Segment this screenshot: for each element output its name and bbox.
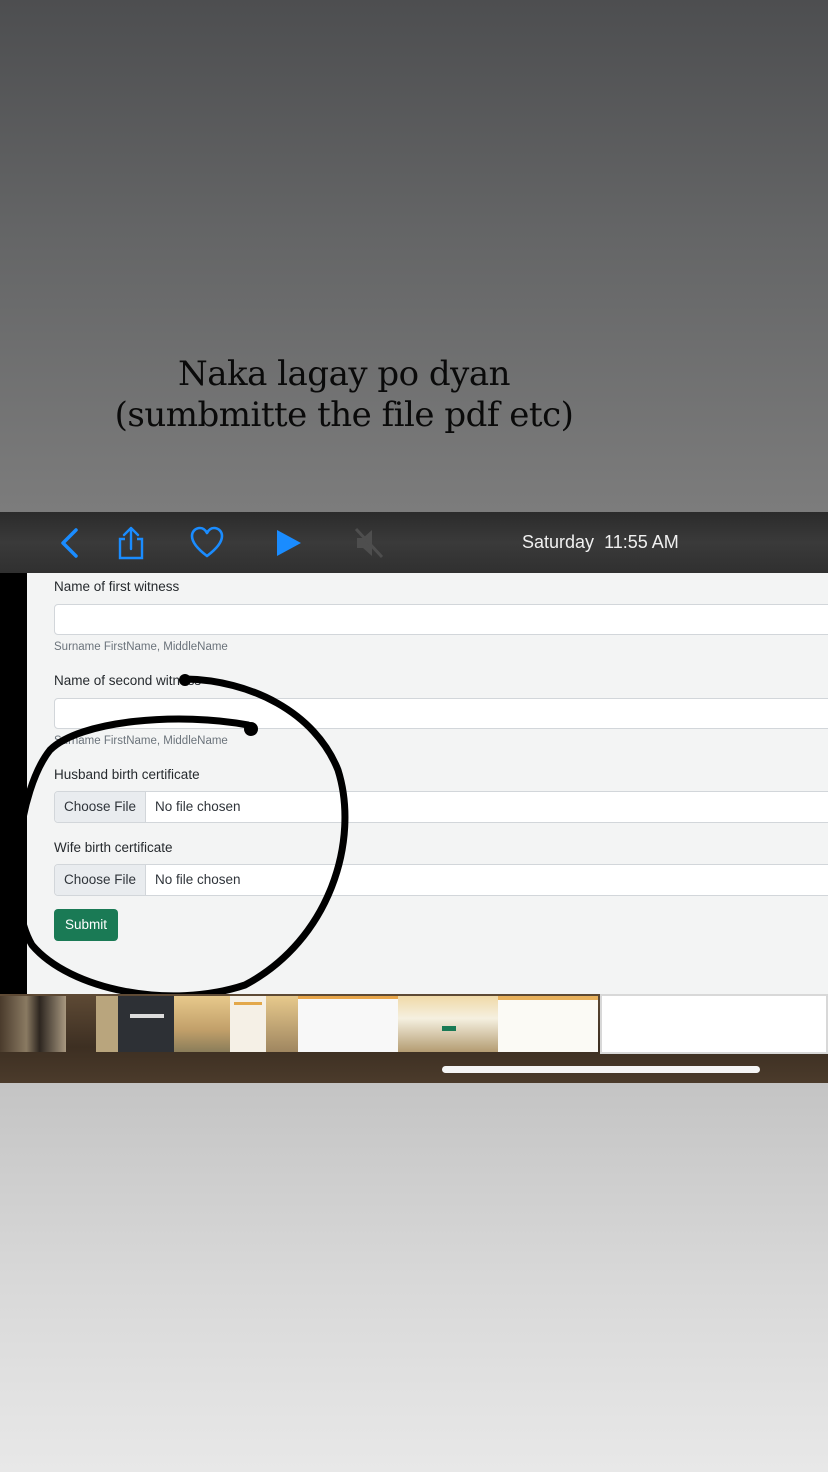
caption-line-2: (sumbmitte the file pdf etc) xyxy=(114,395,574,435)
screenshot-area: Name of first witness Surname FirstName,… xyxy=(0,573,828,994)
second-witness-help: Surname FirstName, MiddleName xyxy=(54,735,228,747)
mute-icon xyxy=(352,525,388,561)
wife-cert-file-input[interactable]: Choose File No file chosen xyxy=(54,864,828,896)
thumbnail-detail xyxy=(234,1002,262,1005)
thumbnail-detail xyxy=(130,1014,164,1018)
thumbnail-current[interactable] xyxy=(600,994,828,1054)
thumbnail[interactable] xyxy=(0,996,66,1052)
thumbnail-detail xyxy=(498,996,598,1000)
scrub-position-bar[interactable] xyxy=(442,1066,760,1073)
thumbnail[interactable] xyxy=(498,996,598,1052)
submit-button[interactable]: Submit xyxy=(54,909,118,941)
heart-icon[interactable] xyxy=(189,525,225,561)
thumbnail-detail xyxy=(298,996,398,999)
story-caption: Naka lagay po dyan (sumbmitte the file p… xyxy=(0,354,688,436)
thumbnail[interactable] xyxy=(266,996,298,1052)
first-witness-label: Name of first witness xyxy=(54,579,180,594)
wife-cert-label: Wife birth certificate xyxy=(54,840,173,855)
husband-cert-label: Husband birth certificate xyxy=(54,767,200,782)
thumbnail[interactable] xyxy=(398,996,498,1052)
thumbnail[interactable] xyxy=(96,996,118,1052)
thumbnail[interactable] xyxy=(230,996,266,1052)
caption-line-1: Naka lagay po dyan xyxy=(177,354,511,394)
husband-choose-file-button[interactable]: Choose File xyxy=(55,792,146,822)
wife-file-status: No file chosen xyxy=(155,872,241,887)
first-witness-input[interactable] xyxy=(54,604,828,635)
husband-file-status: No file chosen xyxy=(155,799,241,814)
form-page: Name of first witness Surname FirstName,… xyxy=(27,573,828,994)
first-witness-help: Surname FirstName, MiddleName xyxy=(54,641,228,653)
thumbnail-detail xyxy=(442,1026,456,1031)
timestamp-day: Saturday xyxy=(522,532,595,552)
thumbnail[interactable] xyxy=(118,996,174,1052)
wife-choose-file-button[interactable]: Choose File xyxy=(55,865,146,895)
back-chevron-icon[interactable] xyxy=(52,525,88,561)
second-witness-input[interactable] xyxy=(54,698,828,729)
timestamp-time: 11:55 AM xyxy=(604,532,679,552)
story-background-bottom xyxy=(0,1083,828,1472)
viewer-toolbar xyxy=(0,512,828,573)
husband-cert-file-input[interactable]: Choose File No file chosen xyxy=(54,791,828,823)
share-icon[interactable] xyxy=(113,525,149,561)
thumbnail[interactable] xyxy=(174,996,230,1052)
thumbnail[interactable] xyxy=(298,996,398,1052)
timestamp: Saturday 11:55 AM xyxy=(522,521,679,563)
second-witness-label: Name of second witness xyxy=(54,673,202,688)
play-icon[interactable] xyxy=(270,525,306,561)
